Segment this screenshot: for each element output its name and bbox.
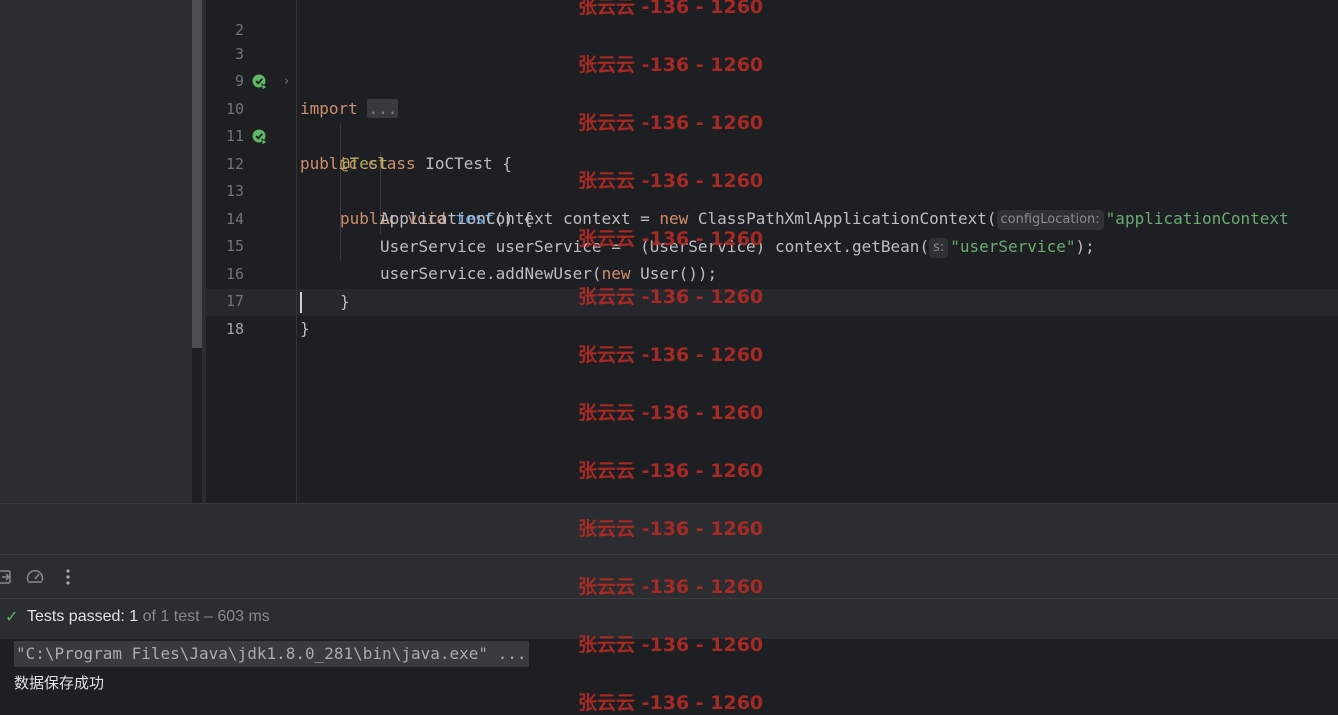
console-command-line[interactable]: "C:\Program Files\Java\jdk1.8.0_281\bin\… [14, 641, 529, 667]
ide-window: 2 3 › import ... 9 10 public class IoCTe… [0, 0, 1338, 715]
closing-brace: } [300, 319, 310, 338]
code-line: 10 public class IoCTest { [206, 69, 1338, 173]
tests-passed-count: Tests passed: 1 [27, 608, 139, 625]
test-result-bar: ✓ Tests passed: 1 of 1 test – 603 ms [0, 599, 1338, 639]
project-panel-scrollbar[interactable] [192, 0, 202, 348]
line-number: 18 [225, 320, 244, 338]
run-test-icon[interactable] [251, 128, 269, 146]
code-line: 17 } [206, 261, 1338, 338]
exit-icon[interactable] [0, 567, 16, 587]
console-output-line: 数据保存成功 [14, 674, 105, 692]
run-console[interactable]: "C:\Program Files\Java\jdk1.8.0_281\bin\… [0, 639, 1338, 715]
code-line: 18 [206, 289, 1338, 338]
test-result-summary: Tests passed: 1 of 1 test – 603 ms [27, 599, 270, 635]
code-line: 3 › import ... [206, 14, 1338, 118]
editor-bottom-strip [0, 503, 1338, 555]
project-panel[interactable] [0, 0, 192, 503]
code-line: 13 ApplicationContext context = new Clas… [206, 151, 1338, 230]
code-line: 16 } [206, 234, 1338, 311]
more-vertical-icon[interactable] [58, 567, 78, 587]
run-toolbar [0, 555, 1338, 599]
code-line: 14 UserService userService = (UserServic… [206, 179, 1338, 258]
code-line: 9 [206, 41, 1338, 90]
code-editor[interactable]: 2 3 › import ... 9 10 public class IoCTe… [206, 0, 1338, 503]
code-line: 15 userService.addNewUser(new User()); [206, 206, 1338, 283]
checkmark-icon: ✓ [5, 607, 19, 626]
code-line: 12 public void test() { [206, 124, 1338, 228]
code-line: 11 @Test [206, 96, 1338, 173]
speedometer-icon[interactable] [25, 567, 45, 587]
run-test-icon[interactable] [251, 73, 269, 91]
tests-total-and-duration: of 1 test – 603 ms [138, 608, 270, 625]
text-caret [300, 292, 302, 313]
